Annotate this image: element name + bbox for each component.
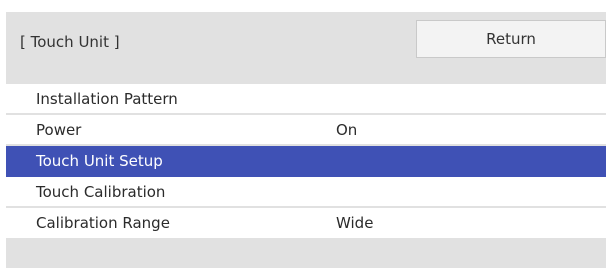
menu-item-label: Calibration Range — [36, 214, 170, 232]
return-button[interactable]: Return — [416, 20, 606, 58]
menu-item-calibration-range[interactable]: Calibration Range Wide — [6, 208, 606, 239]
menu-item-label: Touch Unit Setup — [36, 152, 163, 170]
settings-menu: Installation Pattern Power On Touch Unit… — [6, 84, 606, 239]
menu-item-touch-unit-setup[interactable]: Touch Unit Setup — [6, 146, 606, 177]
menu-item-label: Installation Pattern — [36, 90, 178, 108]
menu-item-label: Touch Calibration — [36, 183, 166, 201]
menu-item-power[interactable]: Power On — [6, 115, 606, 146]
menu-item-value: Wide — [336, 214, 374, 232]
menu-item-label: Power — [36, 121, 82, 139]
page-title: [ Touch Unit ] — [20, 33, 120, 51]
panel-footer — [6, 238, 606, 268]
menu-item-value: On — [336, 121, 358, 139]
menu-item-installation-pattern[interactable]: Installation Pattern — [6, 84, 606, 115]
panel-header: [ Touch Unit ] Return — [6, 12, 606, 84]
menu-item-touch-calibration[interactable]: Touch Calibration — [6, 177, 606, 208]
touch-unit-panel: [ Touch Unit ] Return Installation Patte… — [6, 12, 606, 268]
